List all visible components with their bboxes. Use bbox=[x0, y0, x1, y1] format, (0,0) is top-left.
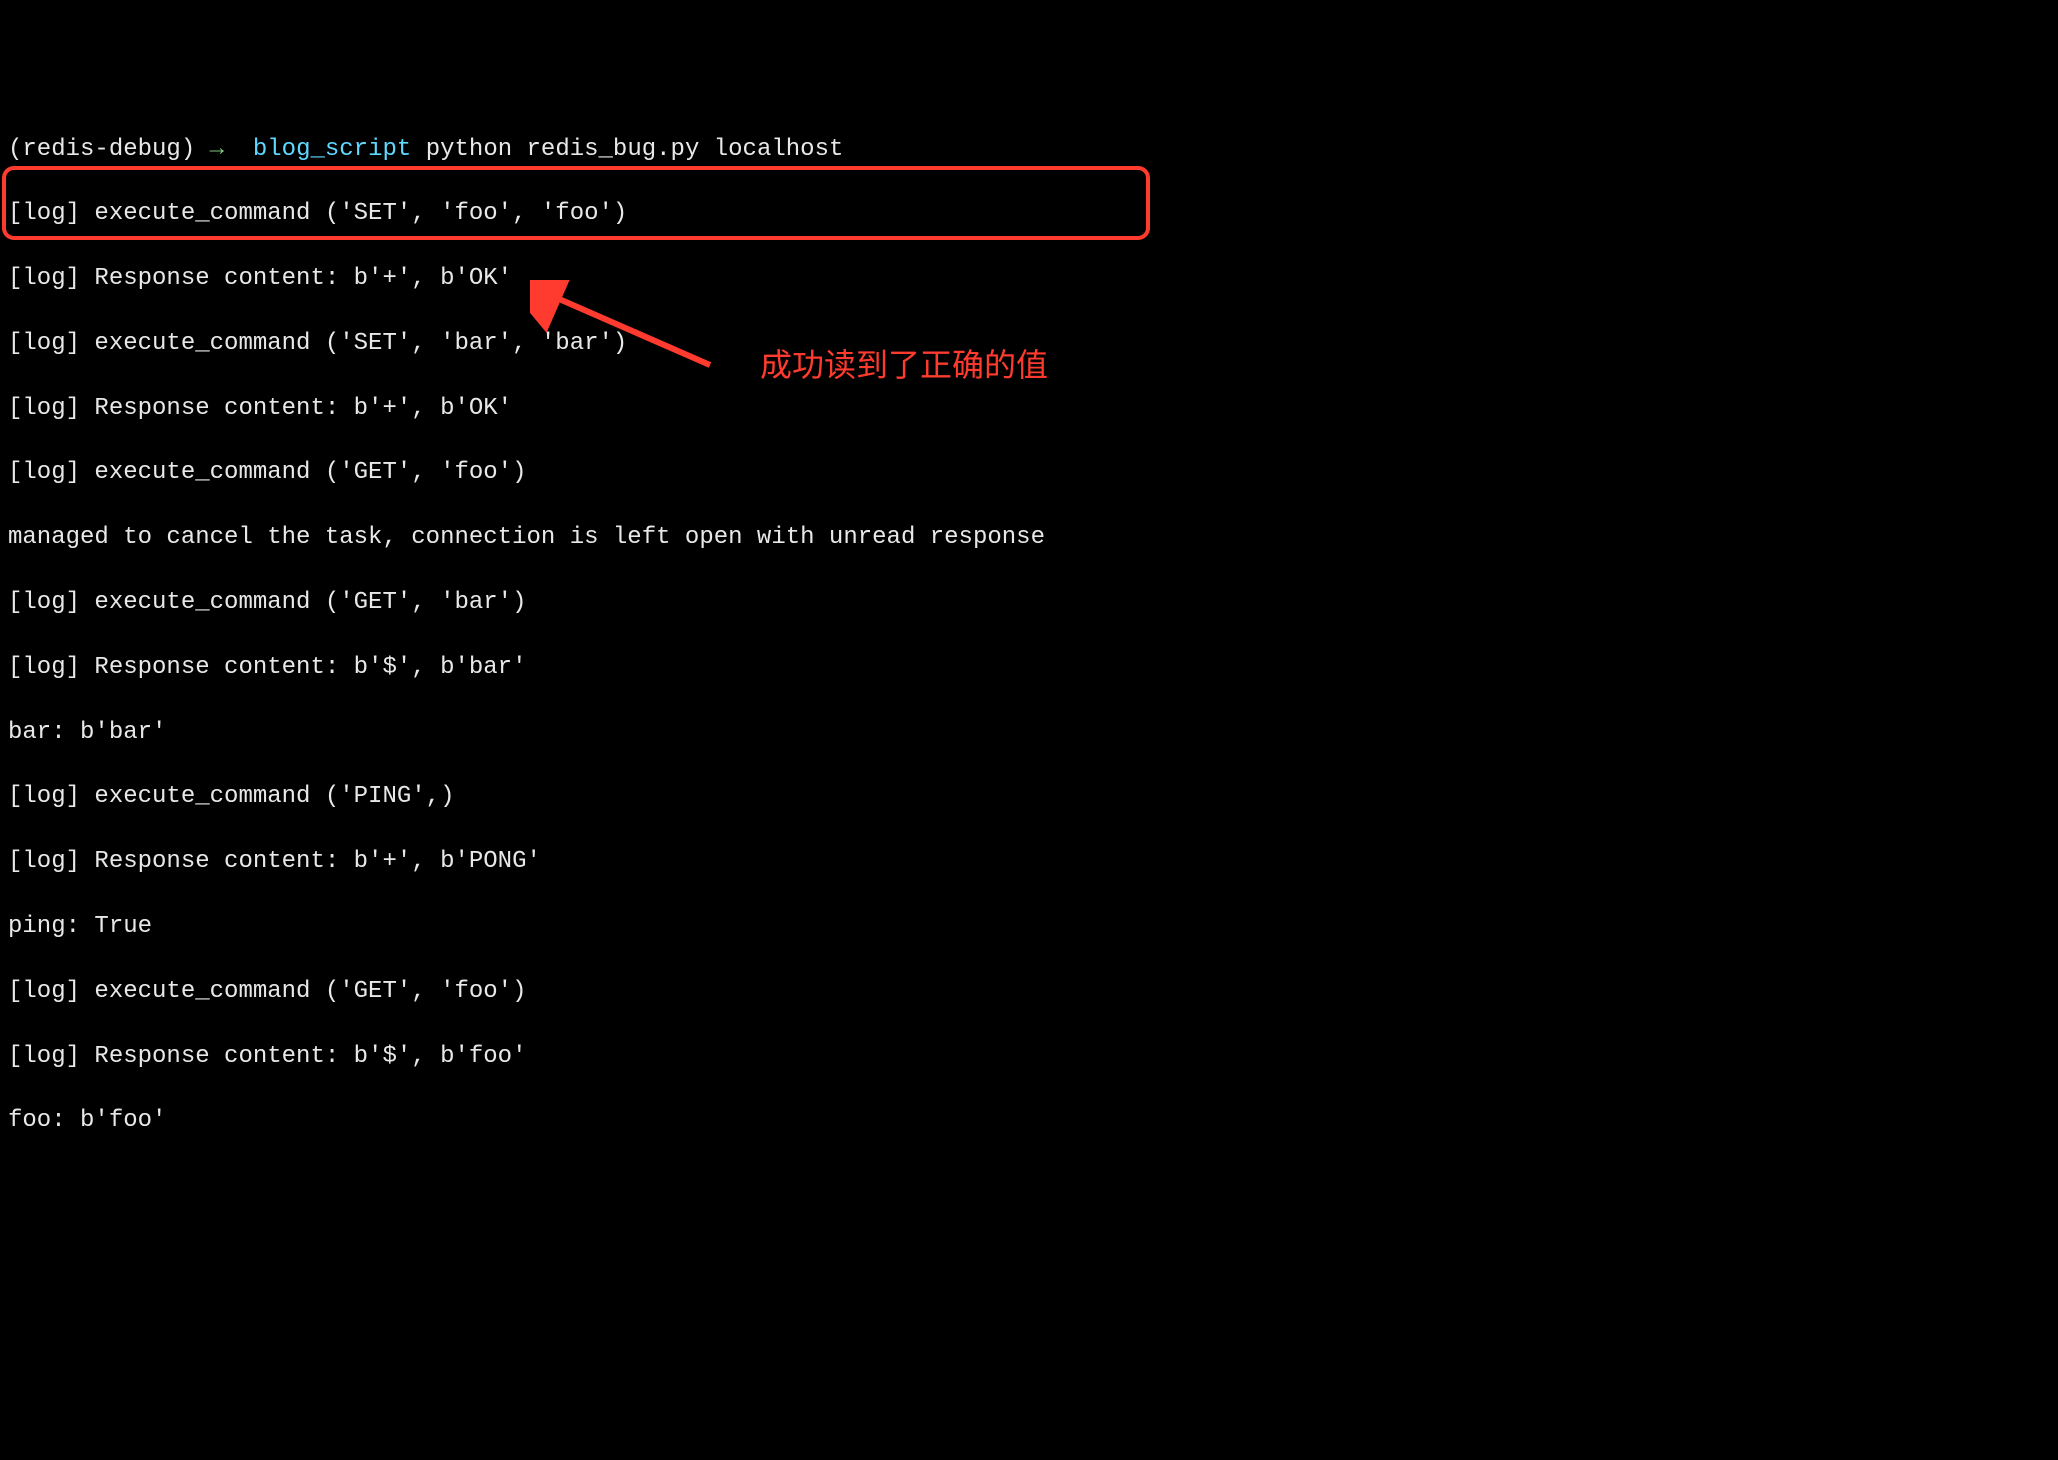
prompt-line-1: (redis-debug) → blog_script python redis… bbox=[8, 134, 2050, 166]
output-line: ping: True bbox=[8, 911, 2050, 943]
log-line: [log] execute_command ('GET', 'foo') bbox=[8, 976, 2050, 1008]
command-text: python redis_bug.py localhost bbox=[426, 136, 844, 163]
venv-name: (redis-debug) bbox=[8, 136, 195, 163]
log-line: [log] Response content: b'+', b'OK' bbox=[8, 263, 2050, 295]
log-line: [log] execute_command ('GET', 'bar') bbox=[8, 587, 2050, 619]
log-line: [log] Response content: b'$', b'foo' bbox=[8, 1041, 2050, 1073]
log-line: [log] execute_command ('PING',) bbox=[8, 781, 2050, 813]
log-line: [log] execute_command ('GET', 'foo') bbox=[8, 457, 2050, 489]
log-line: [log] execute_command ('SET', 'bar', 'ba… bbox=[8, 328, 2050, 360]
log-line: [log] Response content: b'+', b'OK' bbox=[8, 393, 2050, 425]
cwd-name: blog_script bbox=[253, 136, 411, 163]
log-line: [log] execute_command ('SET', 'foo', 'fo… bbox=[8, 198, 2050, 230]
log-line: [log] Response content: b'$', b'bar' bbox=[8, 652, 2050, 684]
log-line: managed to cancel the task, connection i… bbox=[8, 522, 2050, 554]
prompt-arrow-icon: → bbox=[210, 136, 224, 163]
output-line: foo: b'foo' bbox=[8, 1105, 2050, 1137]
log-line: [log] Response content: b'+', b'PONG' bbox=[8, 846, 2050, 878]
output-line: bar: b'bar' bbox=[8, 717, 2050, 749]
